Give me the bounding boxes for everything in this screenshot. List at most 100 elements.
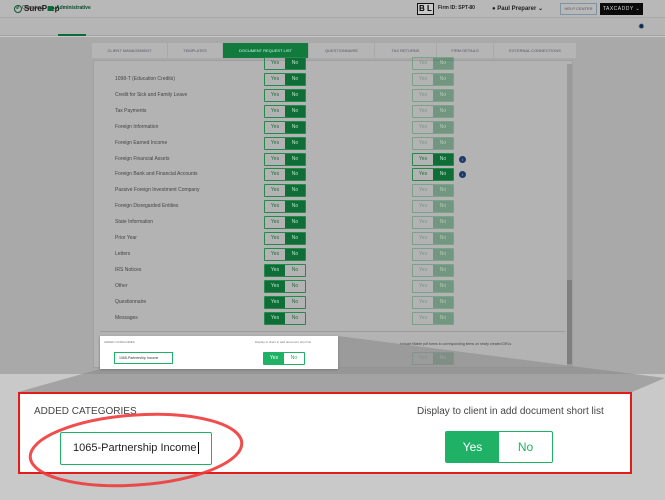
fillable-pdf-toggle[interactable]: Yes No	[412, 295, 454, 309]
fillable-pdf-toggle[interactable]: Yes No	[412, 136, 454, 150]
category-toggle[interactable]: Yes No	[264, 120, 306, 134]
yes-option[interactable]: Yes	[265, 264, 285, 276]
no-option[interactable]: No	[433, 264, 453, 276]
no-option[interactable]: No	[285, 185, 305, 197]
no-option[interactable]: No	[285, 281, 305, 292]
category-toggle[interactable]: Yes No	[264, 184, 306, 198]
yes-option[interactable]: Yes	[413, 233, 433, 244]
scrollbar-thumb[interactable]	[567, 280, 572, 364]
no-option[interactable]: No	[285, 265, 305, 276]
no-option[interactable]: No	[433, 312, 453, 324]
yes-option[interactable]: Yes	[413, 154, 433, 165]
no-option[interactable]: No	[433, 105, 453, 117]
category-toggle[interactable]: Yes No	[264, 232, 306, 245]
no-option[interactable]: No	[433, 58, 453, 69]
yes-option[interactable]: Yes	[265, 154, 285, 165]
yes-option[interactable]: Yes	[413, 169, 433, 180]
category-input[interactable]: 1065-Partnership Income	[60, 432, 212, 465]
fillable-pdf-toggle[interactable]: Yes No	[412, 168, 454, 182]
yes-option[interactable]: Yes	[413, 106, 433, 117]
gear-icon[interactable]: ✹	[638, 22, 645, 31]
fillable-pdf-toggle[interactable]: Yes No	[412, 279, 454, 293]
tab-templates[interactable]: TEMPLATES	[168, 43, 223, 58]
yes-option[interactable]: Yes	[265, 122, 285, 133]
partial-row-right-toggle[interactable]: Yes No	[412, 57, 454, 70]
yes-option[interactable]: Yes	[413, 265, 433, 276]
yes-option[interactable]: Yes	[265, 296, 285, 308]
yes-option[interactable]: Yes	[413, 217, 433, 228]
yes-option[interactable]: Yes	[265, 233, 285, 244]
no-option[interactable]: No	[285, 58, 305, 69]
no-option[interactable]: No	[285, 137, 305, 149]
yes-option[interactable]: Yes	[265, 74, 285, 85]
category-toggle[interactable]: Yes No	[264, 168, 306, 182]
no-option[interactable]: No	[285, 89, 305, 101]
yes-option[interactable]: Yes	[413, 122, 433, 133]
fillable-pdf-toggle[interactable]: Yes No	[412, 184, 454, 198]
no-option[interactable]: No	[433, 137, 453, 149]
yes-option[interactable]: Yes	[265, 138, 285, 149]
no-option[interactable]: No	[433, 89, 453, 101]
no-option[interactable]: No	[285, 153, 305, 165]
yes-option[interactable]: Yes	[413, 58, 433, 69]
no-option[interactable]: No	[285, 313, 305, 324]
no-option[interactable]: No	[433, 217, 453, 229]
yes-option[interactable]: Yes	[265, 58, 285, 69]
yes-option[interactable]: Yes	[265, 106, 285, 117]
category-toggle[interactable]: Yes No	[264, 104, 306, 118]
info-icon[interactable]: i	[459, 155, 466, 163]
no-option[interactable]: No	[433, 201, 453, 213]
category-toggle[interactable]: Yes No	[264, 73, 306, 86]
no-option[interactable]: No	[433, 233, 453, 244]
tab-external-connections[interactable]: EXTERNAL CONNECTIONS	[494, 43, 577, 58]
fillable-pdf-toggle[interactable]: Yes No	[412, 73, 454, 86]
yes-option[interactable]: Yes	[413, 313, 433, 324]
partial-row-toggle[interactable]: Yes No	[264, 57, 306, 70]
category-toggle[interactable]: Yes No	[264, 200, 306, 214]
no-option[interactable]: No	[285, 248, 305, 260]
yes-option[interactable]: Yes	[413, 138, 433, 149]
yes-option[interactable]: Yes	[413, 249, 433, 260]
yes-option[interactable]: Yes	[265, 185, 285, 196]
no-option[interactable]: No	[433, 169, 453, 181]
fillable-pdf-toggle[interactable]: Yes No	[412, 200, 454, 214]
nav-overview[interactable]: ⌂ Overview	[16, 5, 43, 11]
help-center-button[interactable]: HELP CENTER	[560, 3, 597, 15]
no-option[interactable]: No	[433, 153, 453, 165]
yes-option[interactable]: Yes	[265, 169, 285, 180]
tab-tax-returns[interactable]: TAX RETURNS	[375, 43, 437, 58]
fillable-pdf-toggle[interactable]: Yes No	[412, 263, 454, 277]
category-toggle[interactable]: Yes No	[264, 152, 306, 166]
category-toggle[interactable]: Yes No	[264, 263, 306, 277]
yes-option[interactable]: Yes	[265, 201, 285, 212]
tab-firm-details[interactable]: FIRM DETAILS	[437, 43, 494, 58]
category-toggle[interactable]: Yes No	[264, 216, 306, 230]
category-toggle[interactable]: Yes No	[264, 88, 306, 102]
no-option[interactable]: No	[433, 121, 453, 133]
tab-client-management[interactable]: CLIENT MANAGEMENT	[92, 43, 168, 58]
yes-option[interactable]: Yes	[413, 201, 433, 212]
tab-document-request-list[interactable]: DOCUMENT REQUEST LIST	[223, 43, 309, 58]
no-option[interactable]: No	[285, 169, 305, 181]
yes-option[interactable]: Yes	[265, 217, 285, 228]
no-option[interactable]: No	[433, 185, 453, 197]
no-option[interactable]: No	[433, 280, 453, 292]
yes-option[interactable]: Yes	[265, 312, 285, 324]
no-option[interactable]: No	[433, 74, 453, 85]
yes-option[interactable]: Yes	[413, 185, 433, 196]
category-toggle[interactable]: Yes No	[264, 311, 306, 325]
no-option[interactable]: No	[285, 233, 305, 244]
no-option[interactable]: No	[285, 201, 305, 213]
fillable-pdf-toggle[interactable]: Yes No	[412, 232, 454, 245]
taxcaddy-button[interactable]: TAXCADDY ⌄	[600, 3, 643, 15]
fillable-pdf-toggle[interactable]: Yes No	[412, 88, 454, 102]
yes-option[interactable]: Yes	[413, 297, 433, 308]
category-toggle[interactable]: Yes No	[264, 247, 306, 261]
yes-option[interactable]: Yes	[413, 90, 433, 101]
yes-button[interactable]: Yes	[446, 432, 499, 462]
no-option[interactable]: No	[285, 297, 305, 308]
no-option[interactable]: No	[285, 217, 305, 229]
yes-option[interactable]: Yes	[413, 281, 433, 292]
display-toggle-small[interactable]: Yes No	[263, 352, 305, 365]
fillable-pdf-toggle[interactable]: Yes No	[412, 120, 454, 134]
